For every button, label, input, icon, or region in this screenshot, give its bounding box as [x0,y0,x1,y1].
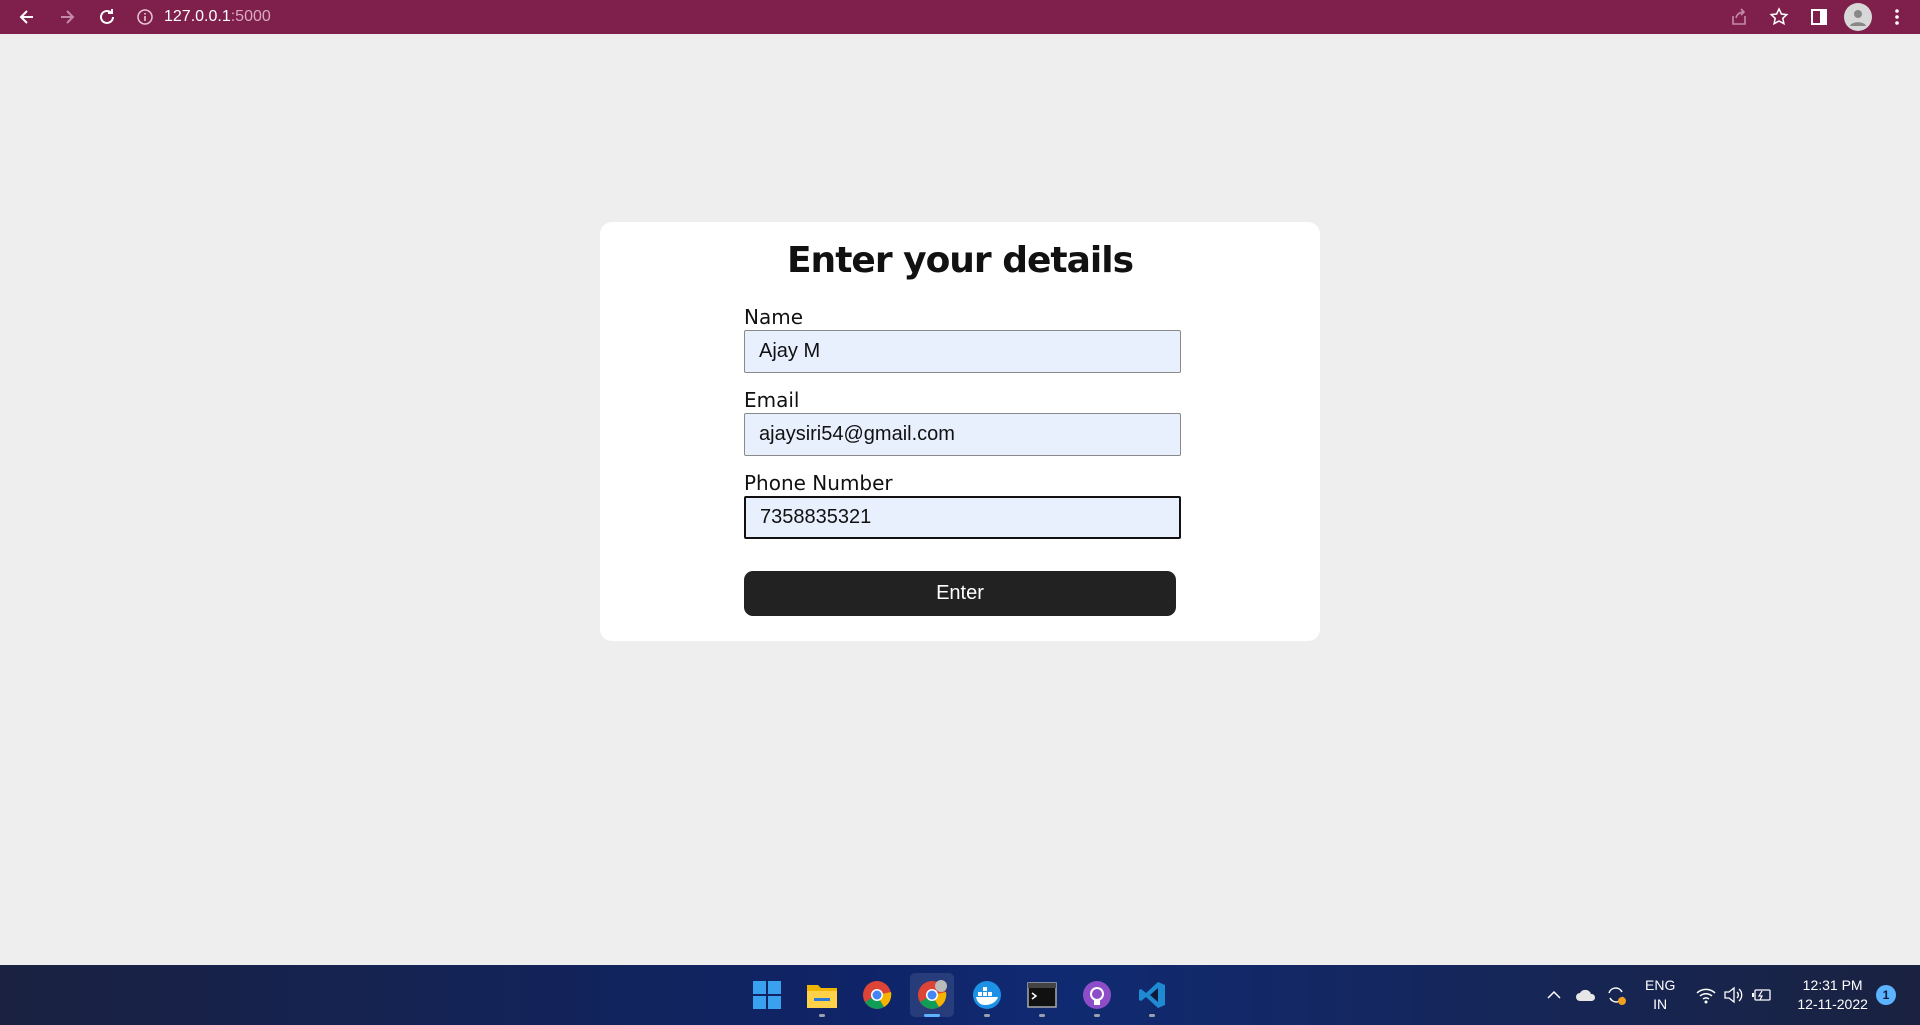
chrome-profile-button[interactable] [910,973,954,1017]
battery-icon[interactable] [1751,986,1773,1004]
details-form-card: Enter your details Name Email Phone Numb… [600,222,1320,641]
url-port: :5000 [230,8,271,25]
side-panel-button[interactable] [1804,2,1834,32]
start-button[interactable] [745,973,789,1017]
phone-input[interactable] [744,496,1181,539]
forward-arrow-icon [61,10,75,24]
vscode-button[interactable] [1130,973,1174,1017]
share-icon [1732,8,1746,25]
profile-avatar[interactable] [1844,3,1872,31]
enter-button[interactable]: Enter [744,571,1176,616]
avatar-icon [1850,10,1866,26]
running-indicator [984,1014,990,1017]
side-panel-icon [1811,9,1827,25]
chrome-profile-icon [918,980,947,1009]
vscode-icon [1139,982,1165,1008]
share-button[interactable] [1724,2,1754,32]
email-input[interactable] [744,413,1181,456]
email-label: Email [744,388,800,412]
github-desktop-button[interactable] [1075,973,1119,1017]
terminal-button[interactable] [1020,973,1064,1017]
chrome-button[interactable] [855,973,899,1017]
terminal-icon [1027,982,1057,1008]
docker-button[interactable] [965,973,1009,1017]
cloud-icon[interactable] [1575,986,1597,1004]
name-input[interactable] [744,330,1181,373]
notification-badge[interactable]: 1 [1876,985,1896,1005]
name-label: Name [744,305,804,329]
folder-icon [807,985,837,1008]
chevron-up-icon[interactable] [1545,986,1563,1004]
reload-button[interactable] [92,2,122,32]
bookmark-button[interactable] [1764,2,1794,32]
chrome-icon [863,981,892,1009]
running-indicator [1094,1014,1100,1017]
running-indicator [1149,1014,1155,1017]
back-button[interactable] [12,2,42,32]
phone-label: Phone Number [744,471,893,495]
sync-icon[interactable] [1605,984,1627,1006]
file-explorer-button[interactable] [800,973,844,1017]
info-icon [137,9,153,25]
clock-time: 12:31 PM [1802,977,1863,993]
reload-icon [100,9,114,24]
running-indicator [819,1014,825,1017]
url-host: 127.0.0.1 [164,8,231,25]
clock-date: 12-11-2022 [1797,996,1868,1012]
windows-start-icon [753,981,781,1009]
windows-taskbar: ENG IN 12:31 PM 12-11-2022 [0,965,1920,1025]
kebab-menu-icon [1895,9,1899,25]
browser-toolbar: 127.0.0.1:5000 [0,0,1920,34]
docker-icon [973,981,1001,1009]
wifi-icon[interactable] [1695,986,1717,1004]
volume-icon[interactable] [1723,986,1745,1004]
clock[interactable]: 12:31 PM 12-11-2022 [1797,976,1868,1014]
back-arrow-icon [19,10,33,24]
forward-button[interactable] [52,2,82,32]
system-tray: ENG IN 12:31 PM 12-11-2022 [1545,965,1868,1025]
menu-button[interactable] [1882,2,1912,32]
active-indicator [924,1014,940,1017]
language-indicator[interactable]: ENG IN [1645,976,1675,1014]
github-icon [1083,981,1111,1009]
running-indicator [1039,1014,1045,1017]
address-bar[interactable]: 127.0.0.1:5000 [136,0,271,34]
star-icon [1769,7,1789,26]
form-title: Enter your details [786,240,1134,281]
